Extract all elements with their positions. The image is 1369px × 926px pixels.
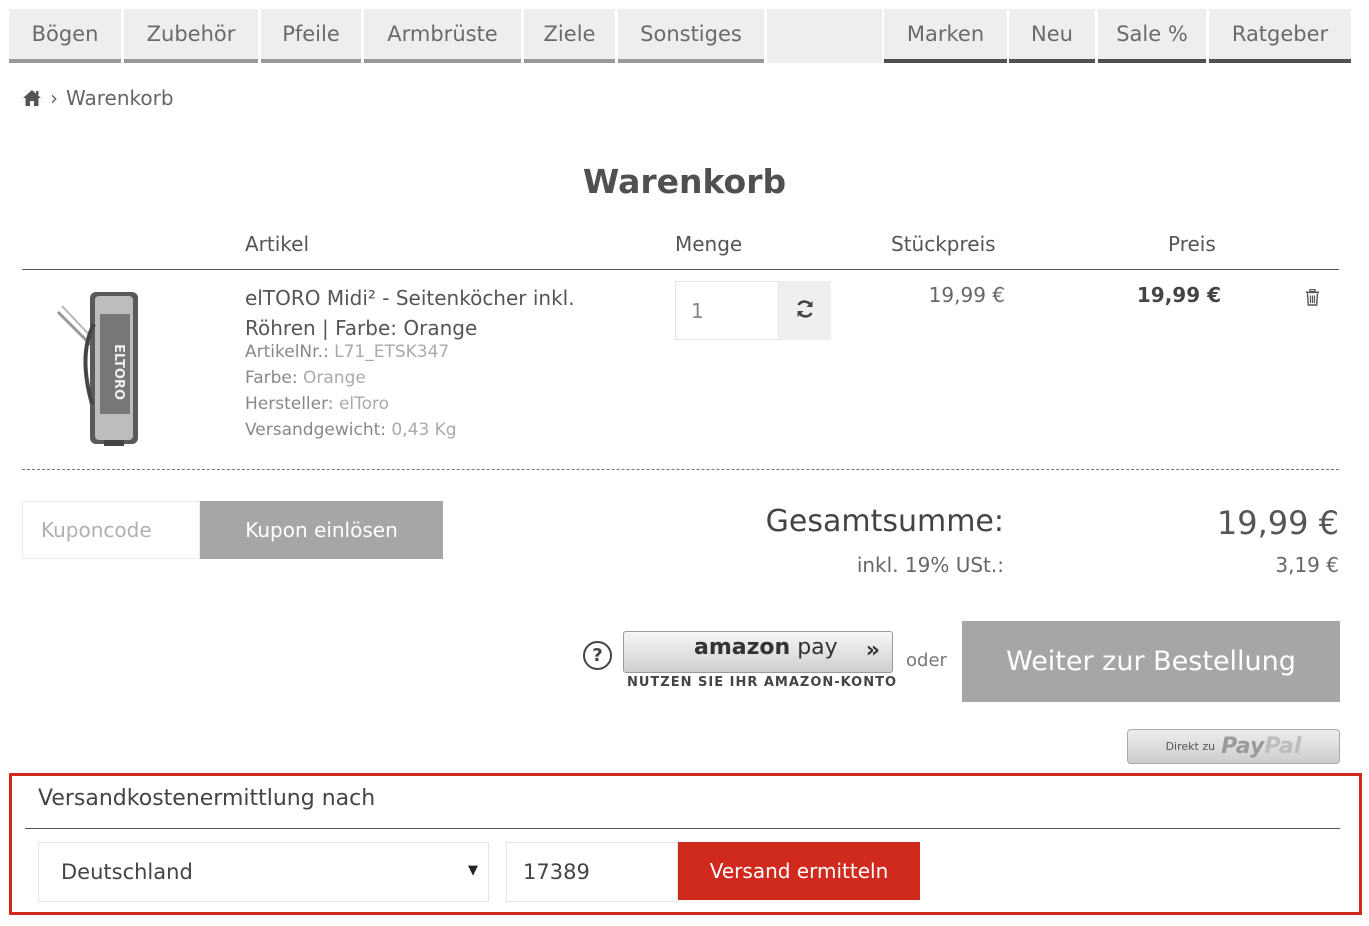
country-value: Deutschland bbox=[61, 860, 193, 884]
continue-to-order-button[interactable]: Weiter zur Bestellung bbox=[962, 621, 1340, 702]
page-title: Warenkorb bbox=[582, 162, 787, 201]
unit-price: 19,99 € bbox=[928, 283, 1005, 307]
refresh-quantity-button[interactable] bbox=[779, 281, 831, 340]
nav-item-pfeile[interactable]: Pfeile bbox=[261, 9, 361, 63]
paypal-logo-part1: Pay bbox=[1221, 734, 1265, 759]
quantity-input[interactable]: 1 bbox=[675, 281, 779, 340]
shipping-divider bbox=[25, 828, 1340, 829]
total-label: Gesamtsumme: bbox=[765, 504, 1004, 539]
meta-label: Farbe: bbox=[245, 368, 298, 388]
zip-code-input[interactable]: 17389 bbox=[506, 842, 678, 902]
paypal-logo: PayPal bbox=[1221, 734, 1301, 759]
tax-label: inkl. 19% USt.: bbox=[856, 553, 1004, 577]
amazon-pay-word: pay bbox=[797, 635, 838, 660]
meta-value: 0,43 Kg bbox=[391, 420, 457, 440]
shipping-title: Versandkostenermittlung nach bbox=[38, 786, 376, 811]
product-meta-manufacturer: Hersteller: elToro bbox=[245, 394, 389, 414]
amazon-pay-logo: amazon pay bbox=[694, 635, 838, 660]
total-value: 19,99 € bbox=[1216, 504, 1339, 542]
or-separator: oder bbox=[906, 650, 947, 671]
amazon-pay-button[interactable]: amazon pay » bbox=[623, 631, 893, 673]
nav-item-sale[interactable]: Sale % bbox=[1098, 9, 1206, 63]
product-meta-color: Farbe: Orange bbox=[245, 368, 366, 388]
delete-item-button[interactable] bbox=[1305, 288, 1320, 310]
home-icon[interactable] bbox=[22, 89, 42, 107]
product-image-label: ELTORO bbox=[111, 344, 126, 400]
nav-item-boegen[interactable]: Bögen bbox=[9, 9, 121, 63]
paypal-express-button[interactable]: Direkt zu PayPal bbox=[1127, 729, 1340, 764]
header-article: Artikel bbox=[245, 232, 310, 256]
nav-item-armbrueste[interactable]: Armbrüste bbox=[364, 9, 521, 63]
breadcrumb: › Warenkorb bbox=[22, 84, 174, 112]
meta-label: ArtikelNr.: bbox=[245, 342, 329, 362]
product-name[interactable]: elTORO Midi² - Seitenköcher inkl. Röhren… bbox=[245, 283, 645, 343]
amazon-pay-subtitle: NUTZEN SIE IHR AMAZON-KONTO bbox=[627, 675, 898, 690]
help-symbol: ? bbox=[592, 645, 603, 666]
coupon-code-input[interactable]: Kuponcode bbox=[22, 501, 200, 559]
cart-table-header: Artikel Menge Stückpreis Preis bbox=[22, 232, 1339, 270]
meta-label: Versandgewicht: bbox=[245, 420, 386, 440]
meta-value: L71_ETSK347 bbox=[334, 342, 450, 362]
nav-item-zubehoer[interactable]: Zubehör bbox=[124, 9, 258, 63]
product-image[interactable]: ELTORO bbox=[48, 284, 158, 454]
header-unit-price: Stückpreis bbox=[891, 232, 996, 256]
dropdown-arrow-icon: ▼ bbox=[468, 863, 478, 878]
double-chevron-icon: » bbox=[865, 638, 880, 663]
shipping-calculator: Versandkostenermittlung nach Deutschland… bbox=[9, 773, 1362, 915]
product-meta-weight: Versandgewicht: 0,43 Kg bbox=[245, 420, 457, 440]
meta-value: elToro bbox=[338, 394, 390, 414]
line-price: 19,99 € bbox=[1136, 283, 1221, 307]
header-quantity: Menge bbox=[675, 232, 743, 256]
product-meta-article-no: ArtikelNr.: L71_ETSK347 bbox=[245, 342, 449, 362]
amazon-brand: amazon bbox=[694, 635, 791, 660]
nav-item-neu[interactable]: Neu bbox=[1009, 9, 1095, 63]
nav-item-ratgeber[interactable]: Ratgeber bbox=[1209, 9, 1351, 63]
redeem-coupon-button[interactable]: Kupon einlösen bbox=[200, 501, 443, 559]
nav-item-marken[interactable]: Marken bbox=[884, 9, 1007, 63]
breadcrumb-current: Warenkorb bbox=[66, 86, 174, 110]
nav-item-sonstiges[interactable]: Sonstiges bbox=[618, 9, 764, 63]
calculate-shipping-button[interactable]: Versand ermitteln bbox=[678, 842, 920, 900]
paypal-prefix: Direkt zu bbox=[1165, 740, 1216, 753]
nav-item-ziele[interactable]: Ziele bbox=[524, 9, 615, 63]
meta-label: Hersteller: bbox=[245, 394, 334, 414]
row-divider bbox=[22, 469, 1339, 470]
trash-icon bbox=[1305, 288, 1320, 310]
header-price: Preis bbox=[1168, 232, 1216, 256]
help-icon[interactable]: ? bbox=[583, 641, 612, 670]
breadcrumb-separator: › bbox=[50, 86, 58, 110]
main-navigation: Bögen Zubehör Pfeile Armbrüste Ziele Son… bbox=[9, 9, 1351, 63]
country-select[interactable]: Deutschland ▼ bbox=[38, 842, 489, 902]
paypal-logo-part2: Pal bbox=[1264, 734, 1302, 759]
refresh-icon bbox=[795, 299, 815, 323]
tax-value: 3,19 € bbox=[1275, 553, 1339, 577]
nav-spacer bbox=[767, 9, 882, 63]
meta-value: Orange bbox=[303, 368, 366, 388]
